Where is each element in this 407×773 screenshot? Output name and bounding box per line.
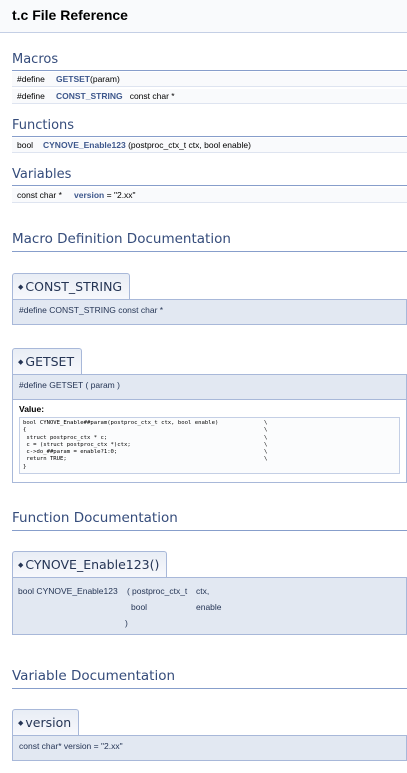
tab-const-string: ◆ CONST_STRING [12, 273, 131, 299]
code-line: c = (struct postproc_ctx *)ctx; \ [23, 441, 268, 448]
bullet-icon: ◆ [18, 358, 24, 366]
bullet-icon: ◆ [18, 561, 24, 569]
variable-value: = "2.xx" [106, 190, 136, 200]
const-string-prototype: #define CONST_STRING const char * [12, 299, 407, 325]
function-args: (postproc_ctx_t ctx, bool enable) [128, 140, 251, 150]
param-type: bool [131, 602, 148, 612]
macro-prefix: #define [17, 74, 45, 84]
param-type: postproc_ctx_t [132, 586, 188, 596]
code-line: struct postproc_ctx * c; \ [23, 434, 268, 441]
open-paren: ( [127, 586, 130, 596]
tab-label: CYNOVE_Enable123() [25, 557, 160, 572]
getset-doc-body: Value: bool CYNOVE_Enable##param(postpro… [12, 400, 407, 483]
code-line: return TRUE; \ [23, 456, 268, 463]
bullet-icon: ◆ [18, 719, 24, 727]
macro-suffix: const char * [129, 91, 175, 101]
param-name: enable [196, 602, 222, 612]
divider [12, 185, 407, 186]
macro-row-getset: #define GETSET(param) [12, 72, 407, 87]
tab-label: version [25, 715, 72, 730]
function-doc-heading: Function Documentation [12, 510, 178, 526]
macro-prefix: #define [17, 91, 45, 101]
link-cynove-enable123[interactable]: CYNOVE_Enable123 [43, 140, 126, 150]
function-row: bool CYNOVE_Enable123 (postproc_ctx_t ctx… [12, 138, 407, 153]
tab-version: ◆ version [12, 709, 80, 735]
link-getset[interactable]: GETSET [56, 74, 90, 84]
divider [12, 70, 407, 71]
tab-cynove-enable123: ◆ CYNOVE_Enable123() [12, 551, 168, 577]
page-header: t.c File Reference [0, 0, 407, 33]
code-line: bool CYNOVE_Enable##param(postproc_ctx_t… [23, 420, 268, 426]
macros-heading: Macros [12, 52, 59, 67]
variable-type: const char * [17, 190, 62, 200]
variable-doc-heading: Variable Documentation [12, 668, 176, 684]
tab-getset: ◆ GETSET [12, 348, 83, 374]
getset-prototype: #define GETSET ( param ) [12, 374, 407, 400]
close-paren: ) [125, 618, 128, 628]
link-const-string[interactable]: CONST_STRING [56, 91, 123, 101]
macro-suffix: (param) [90, 74, 120, 84]
code-line: } [23, 463, 27, 470]
prototype-text: const char* version = "2.xx" [19, 741, 123, 751]
prototype-text: #define CONST_STRING const char * [19, 305, 164, 315]
divider [12, 688, 407, 689]
divider [12, 136, 407, 137]
functions-heading: Functions [12, 118, 75, 133]
macro-doc-heading: Macro Definition Documentation [12, 231, 231, 247]
bullet-icon: ◆ [18, 283, 24, 291]
version-prototype: const char* version = "2.xx" [12, 735, 407, 761]
function-return-type: bool [17, 140, 34, 150]
link-version[interactable]: version [74, 190, 104, 200]
code-line: c->do_##param = enable?1:0; \ [23, 449, 268, 456]
divider [12, 530, 407, 531]
value-label: Value: [19, 404, 45, 414]
tab-label: GETSET [25, 354, 75, 369]
tab-label: CONST_STRING [25, 279, 123, 294]
code-block: bool CYNOVE_Enable##param(postproc_ctx_t… [19, 417, 400, 475]
macro-row-const-string: #define CONST_STRING const char * [12, 89, 407, 104]
variable-row: const char * version = "2.xx" [12, 188, 407, 203]
function-signature: bool CYNOVE_Enable123 [18, 586, 118, 596]
variables-heading: Variables [12, 167, 72, 182]
param-name: ctx, [196, 586, 210, 596]
prototype-text: #define GETSET ( param ) [19, 380, 120, 390]
function-prototype: bool CYNOVE_Enable123 ( postproc_ctx_t c… [12, 577, 407, 635]
page-title: t.c File Reference [12, 7, 128, 23]
divider [12, 251, 407, 252]
code-line: {\ [23, 427, 268, 434]
